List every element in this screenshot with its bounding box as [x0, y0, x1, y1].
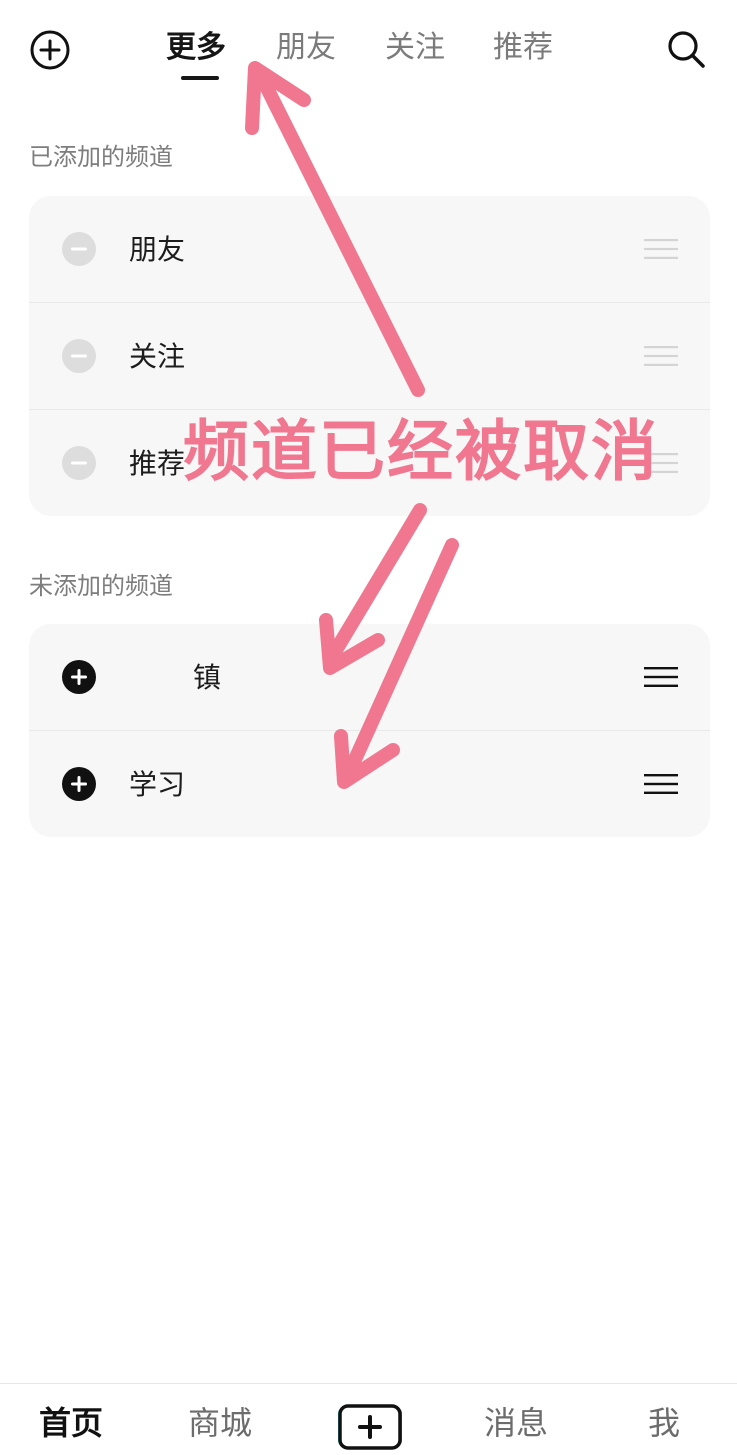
create-plus-icon — [338, 1404, 402, 1450]
minus-circle-icon[interactable] — [61, 338, 97, 374]
tab-following[interactable]: 关注 — [385, 28, 445, 68]
tab-recommend[interactable]: 推荐 — [493, 28, 553, 68]
plus-circle-icon[interactable] — [61, 659, 97, 695]
unadded-channel-row-study: 学习 — [29, 730, 710, 837]
added-channel-row-following: 关注 — [29, 302, 710, 409]
search-icon — [668, 31, 705, 68]
create-button[interactable] — [335, 1403, 405, 1451]
channel-label: 镇 — [193, 661, 222, 694]
plus-circle-icon[interactable] — [61, 766, 97, 802]
unadded-channel-row-town: 镇 — [29, 624, 710, 730]
annotation-text: 频道已经被取消 — [183, 413, 659, 490]
drag-handle-icon[interactable] — [644, 345, 678, 367]
tab-more[interactable]: 更多 — [166, 28, 226, 68]
add-circle-icon — [30, 30, 70, 70]
nav-mall[interactable]: 商城 — [188, 1402, 252, 1444]
nav-me[interactable]: 我 — [648, 1402, 680, 1444]
tab-friends[interactable]: 朋友 — [276, 28, 336, 68]
arrow-up-head — [245, 61, 311, 135]
drag-handle-icon[interactable] — [644, 666, 678, 688]
channel-label: 推荐 — [129, 447, 186, 480]
added-channels-title: 已添加的频道 — [29, 143, 173, 171]
drag-handle-icon[interactable] — [644, 773, 678, 795]
unadded-channels-title: 未添加的频道 — [29, 572, 173, 600]
search-button[interactable] — [664, 27, 708, 71]
channel-label: 学习 — [129, 768, 186, 801]
minus-circle-icon[interactable] — [61, 231, 97, 267]
channel-label: 朋友 — [129, 233, 186, 266]
nav-home[interactable]: 首页 — [39, 1402, 103, 1444]
bottom-nav: 首页 商城 消息 我 — [0, 1383, 737, 1450]
unadded-channels-card: 镇 学习 — [29, 624, 710, 837]
drag-handle-icon[interactable] — [644, 238, 678, 260]
nav-messages[interactable]: 消息 — [484, 1402, 548, 1444]
active-tab-indicator — [181, 76, 219, 80]
add-channel-button[interactable] — [29, 29, 71, 71]
added-channel-row-friends: 朋友 — [29, 196, 710, 302]
minus-circle-icon[interactable] — [61, 445, 97, 481]
channel-label: 关注 — [129, 340, 186, 373]
